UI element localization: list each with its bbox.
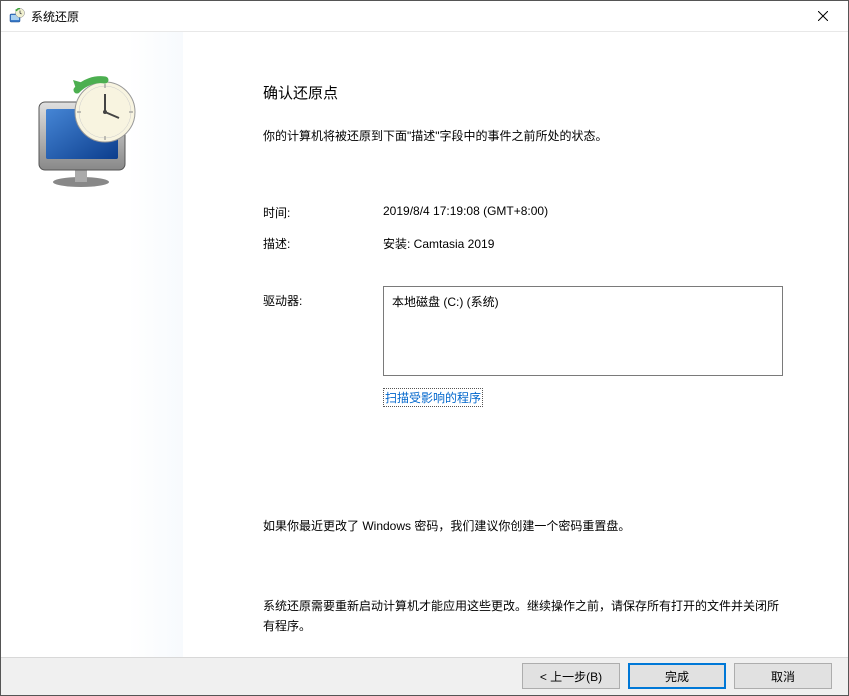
wizard-footer: < 上一步(B) 完成 取消 — [1, 657, 848, 695]
cancel-button[interactable]: 取消 — [734, 663, 832, 689]
finish-button[interactable]: 完成 — [628, 663, 726, 689]
description-label: 描述: — [263, 235, 383, 252]
page-subtext: 你的计算机将被还原到下面"描述"字段中的事件之前所处的状态。 — [263, 127, 788, 144]
drives-label: 驱动器: — [263, 286, 383, 376]
password-note: 如果你最近更改了 Windows 密码，我们建议你创建一个密码重置盘。 — [263, 517, 788, 534]
restart-note: 系统还原需要重新启动计算机才能应用这些更改。继续操作之前，请保存所有打开的文件并… — [263, 596, 788, 637]
system-restore-large-icon — [33, 70, 163, 193]
sidebar — [1, 32, 183, 657]
time-label: 时间: — [263, 204, 383, 221]
description-row: 描述: 安装: Camtasia 2019 — [263, 235, 788, 252]
description-value: 安装: Camtasia 2019 — [383, 235, 494, 252]
content-area: 确认还原点 你的计算机将被还原到下面"描述"字段中的事件之前所处的状态。 时间:… — [1, 32, 848, 657]
drives-listbox[interactable]: 本地磁盘 (C:) (系统) — [383, 286, 783, 376]
scan-affected-programs-link[interactable]: 扫描受影响的程序 — [383, 388, 483, 407]
time-value: 2019/8/4 17:19:08 (GMT+8:00) — [383, 204, 548, 221]
main-panel: 确认还原点 你的计算机将被还原到下面"描述"字段中的事件之前所处的状态。 时间:… — [183, 32, 848, 657]
page-heading: 确认还原点 — [263, 82, 788, 103]
close-button[interactable] — [800, 1, 846, 31]
system-restore-window: 系统还原 — [0, 0, 849, 696]
drives-row: 驱动器: 本地磁盘 (C:) (系统) — [263, 286, 788, 376]
window-title: 系统还原 — [31, 8, 800, 25]
time-row: 时间: 2019/8/4 17:19:08 (GMT+8:00) — [263, 204, 788, 221]
system-restore-icon — [9, 8, 25, 24]
scan-link-wrap: 扫描受影响的程序 — [383, 388, 788, 407]
drive-item[interactable]: 本地磁盘 (C:) (系统) — [392, 293, 774, 310]
back-button[interactable]: < 上一步(B) — [522, 663, 620, 689]
titlebar: 系统还原 — [1, 1, 848, 32]
